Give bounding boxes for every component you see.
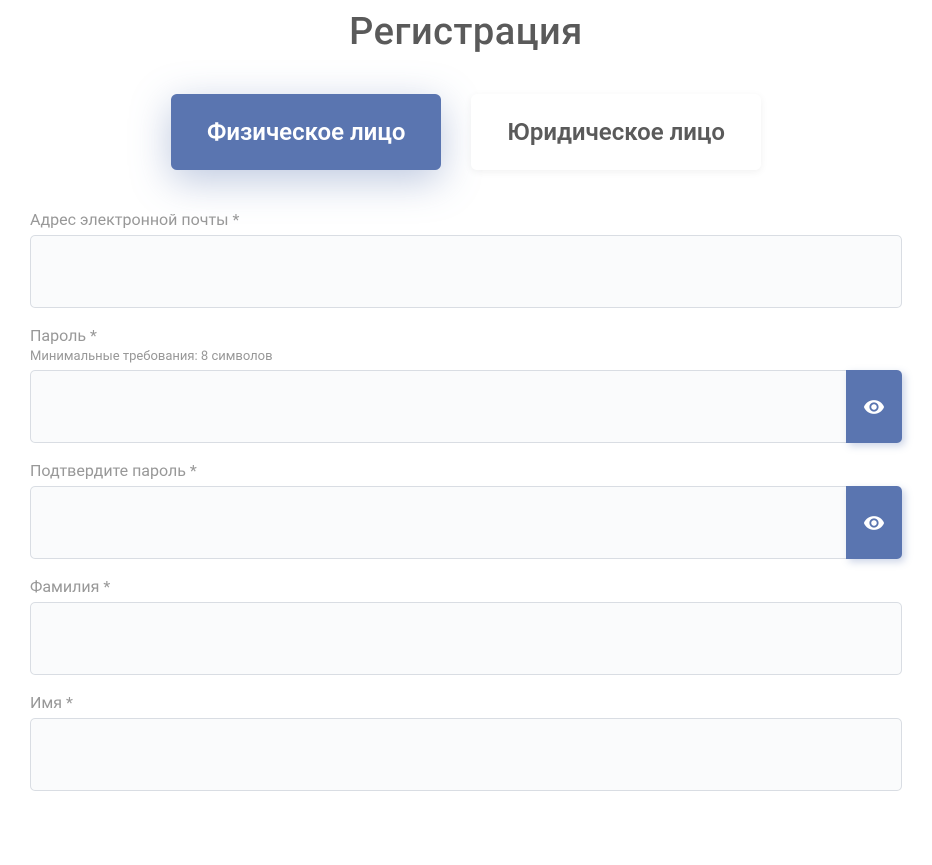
last-name-field[interactable] <box>30 602 902 675</box>
account-type-tabs: Физическое лицо Юридическое лицо <box>30 94 902 170</box>
confirm-password-label: Подтвердите пароль * <box>30 461 902 480</box>
tab-legal-entity[interactable]: Юридическое лицо <box>471 94 761 170</box>
password-field[interactable] <box>30 370 846 443</box>
password-hint: Минимальные требования: 8 символов <box>30 349 902 364</box>
eye-icon <box>863 396 885 418</box>
confirm-password-group: Подтвердите пароль * <box>30 461 902 559</box>
last-name-group: Фамилия * <box>30 577 902 675</box>
toggle-password-visibility-button[interactable] <box>846 370 902 443</box>
page-title: Регистрация <box>30 10 902 54</box>
first-name-group: Имя * <box>30 693 902 791</box>
email-label: Адрес электронной почты * <box>30 210 902 229</box>
eye-icon <box>863 512 885 534</box>
email-field[interactable] <box>30 235 902 308</box>
first-name-field[interactable] <box>30 718 902 791</box>
toggle-confirm-password-visibility-button[interactable] <box>846 486 902 559</box>
password-group: Пароль * Минимальные требования: 8 симво… <box>30 326 902 443</box>
tab-individual[interactable]: Физическое лицо <box>171 94 441 170</box>
email-group: Адрес электронной почты * <box>30 210 902 308</box>
first-name-label: Имя * <box>30 693 902 712</box>
last-name-label: Фамилия * <box>30 577 902 596</box>
password-label: Пароль * <box>30 326 902 345</box>
confirm-password-field[interactable] <box>30 486 846 559</box>
